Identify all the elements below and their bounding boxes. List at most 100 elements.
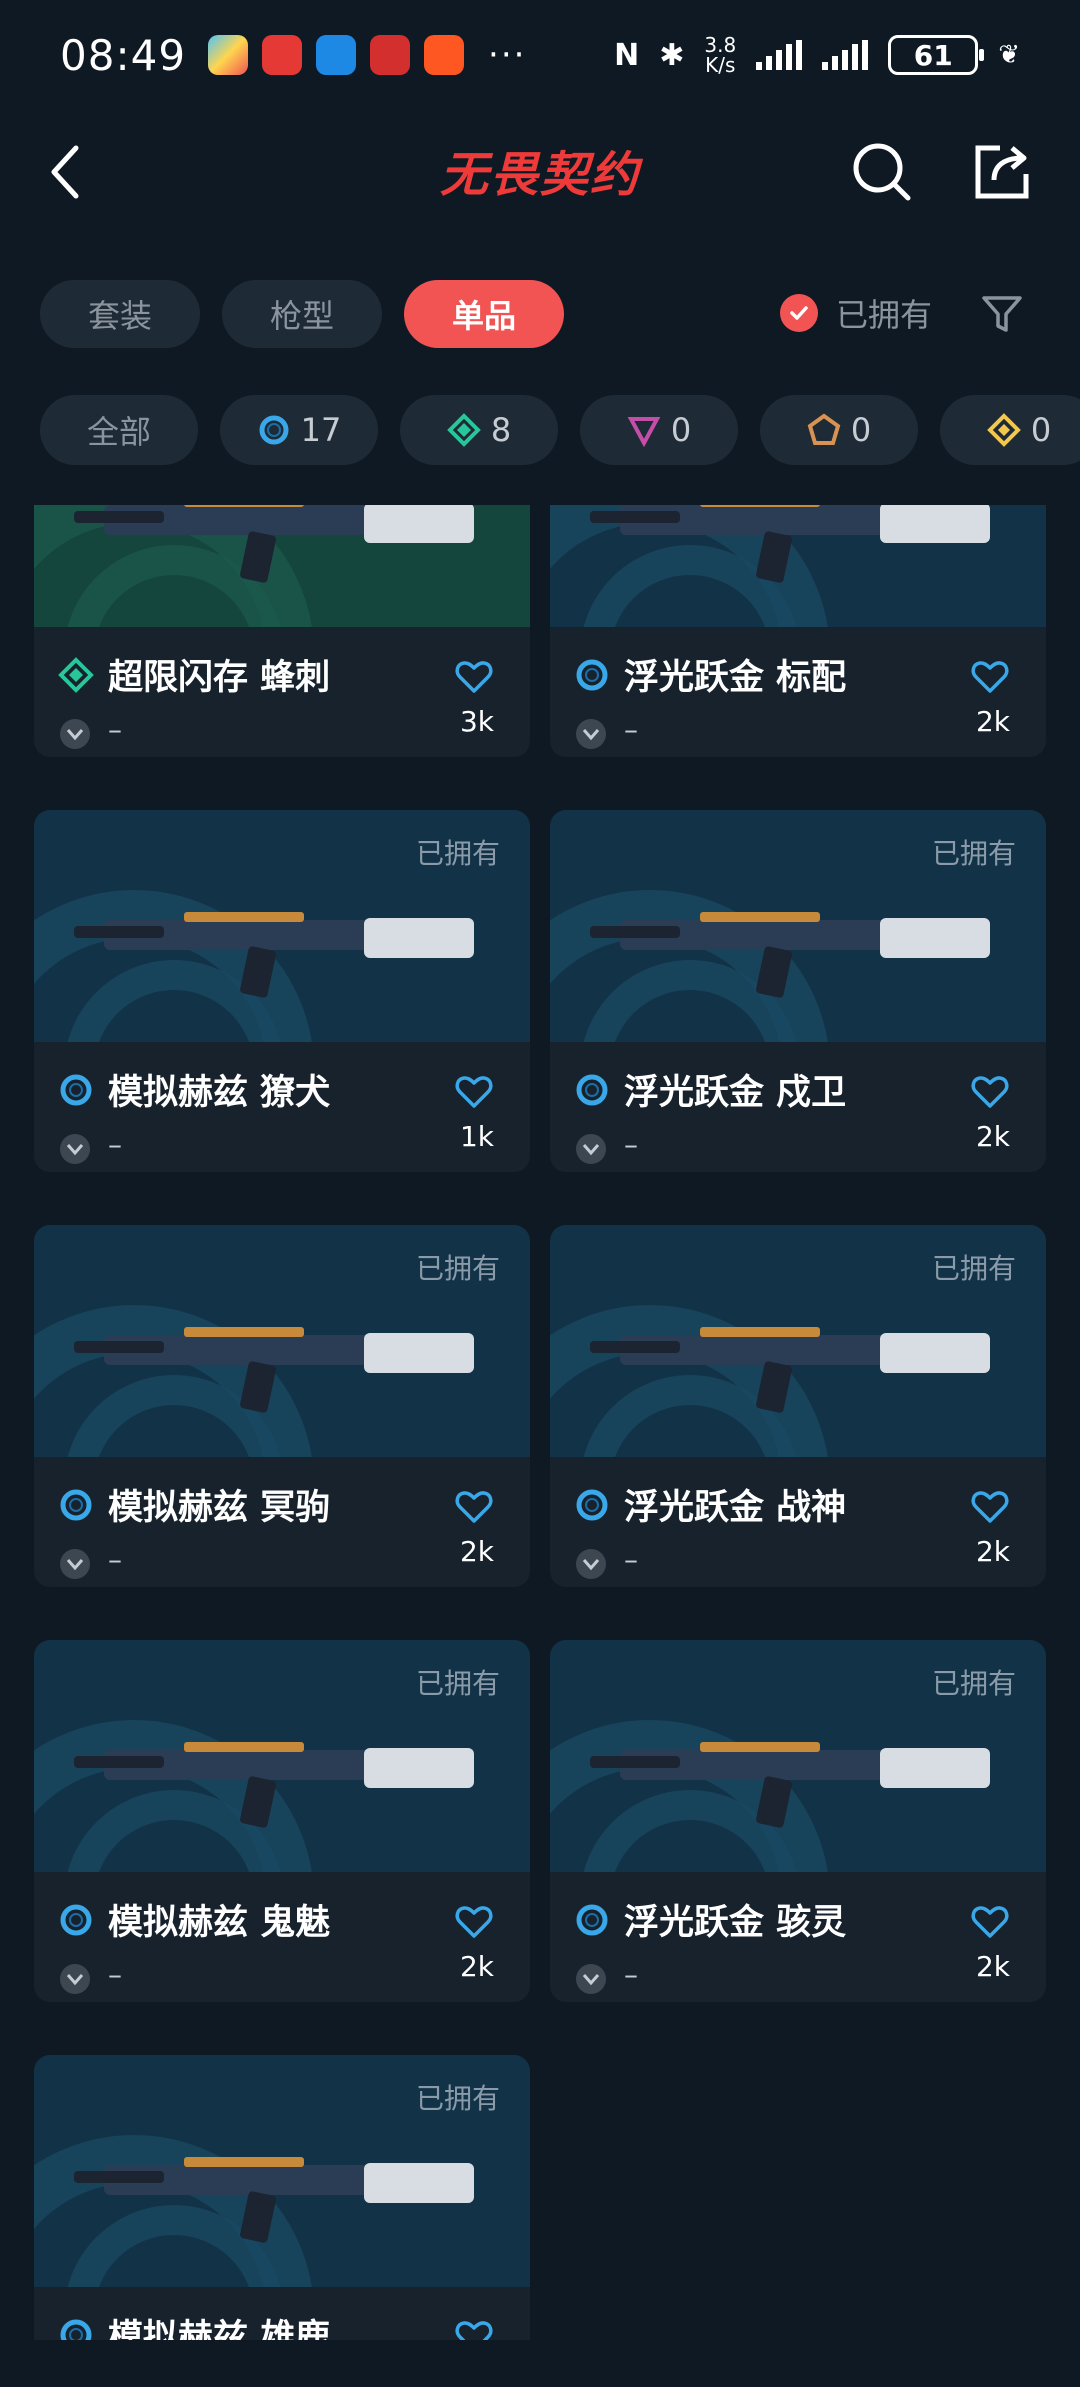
- item-card[interactable]: 浮光跃金 标配 – 2k: [550, 505, 1046, 757]
- like-count: 1k: [459, 1120, 494, 1153]
- share-icon[interactable]: [970, 140, 1034, 204]
- blue-ring-tier-icon: [259, 415, 289, 445]
- item-info: 浮光跃金 标配 – 2k: [550, 627, 1046, 757]
- item-image: 已拥有: [34, 2055, 530, 2287]
- item-info: 模拟赫兹 雄鹿: [34, 2287, 530, 2340]
- chevron-badge-icon: [60, 1134, 90, 1164]
- blue-ring-tier-icon: [576, 1489, 608, 1521]
- heart-icon[interactable]: [970, 1902, 1010, 1942]
- item-meta: –: [108, 1128, 122, 1161]
- battery-level: 61: [913, 38, 953, 72]
- like-count: 2k: [459, 1535, 494, 1568]
- chip-gold-tier[interactable]: 0: [940, 395, 1080, 465]
- heart-icon[interactable]: [970, 1072, 1010, 1112]
- app-notification-icon: [262, 35, 303, 75]
- weapon-image: [74, 1327, 474, 1413]
- nfc-icon: N: [614, 37, 640, 73]
- network-speed: 3.8 K/s: [704, 35, 736, 75]
- filter-icon[interactable]: [980, 292, 1024, 336]
- chip-count: 0: [850, 411, 872, 449]
- chip-orange-tier[interactable]: 0: [760, 395, 918, 465]
- item-card[interactable]: 已拥有 浮光跃金 骇灵 – 2k: [550, 1640, 1046, 2002]
- signal-icon: [756, 40, 803, 70]
- chip-green-tier[interactable]: 8: [400, 395, 558, 465]
- owned-tag: 已拥有: [415, 1252, 500, 1285]
- weapon-image: [590, 505, 990, 583]
- green-diamond-tier-icon: [446, 413, 481, 447]
- item-card[interactable]: 已拥有 模拟赫兹 獠犬 – 1k: [34, 810, 530, 1172]
- status-time: 08:49: [60, 30, 187, 80]
- heart-icon[interactable]: [970, 1487, 1010, 1527]
- heart-icon[interactable]: [454, 657, 494, 697]
- tab-single-items[interactable]: 单品: [404, 280, 564, 348]
- tab-bundles[interactable]: 套装: [40, 280, 200, 348]
- item-image: 已拥有: [34, 810, 530, 1042]
- owned-tag: 已拥有: [931, 1667, 1016, 1700]
- heart-icon[interactable]: [454, 1902, 494, 1942]
- item-grid: 超限闪存 蜂刺 – 3k 浮光跃金 标配 – 2k 已拥有 模拟赫兹 獠犬 – …: [34, 505, 1046, 2340]
- item-info: 模拟赫兹 冥驹 – 2k: [34, 1457, 530, 1587]
- item-meta: –: [108, 713, 122, 746]
- chevron-badge-icon: [576, 1134, 606, 1164]
- heart-icon[interactable]: [454, 1072, 494, 1112]
- item-info: 浮光跃金 戍卫 – 2k: [550, 1042, 1046, 1172]
- heart-icon[interactable]: [454, 1487, 494, 1527]
- item-card[interactable]: 已拥有 模拟赫兹 雄鹿: [34, 2055, 530, 2340]
- check-icon[interactable]: [780, 294, 818, 332]
- status-bar: 08:49 ··· N ✱ 3.8 K/s 61 ❦: [0, 0, 1080, 110]
- item-name: 模拟赫兹 冥驹: [108, 1488, 331, 1528]
- back-arrow-icon[interactable]: [40, 140, 100, 200]
- like-count: 2k: [459, 1950, 494, 1983]
- item-card[interactable]: 已拥有 模拟赫兹 鬼魅 – 2k: [34, 1640, 530, 2002]
- item-image: 已拥有: [550, 1640, 1046, 1872]
- app-header: 无畏契约: [0, 115, 1080, 225]
- chip-count: 0: [1030, 411, 1052, 449]
- item-info: 浮光跃金 战神 – 2k: [550, 1457, 1046, 1587]
- item-info: 模拟赫兹 獠犬 – 1k: [34, 1042, 530, 1172]
- item-card[interactable]: 已拥有 浮光跃金 战神 – 2k: [550, 1225, 1046, 1587]
- like-count: 2k: [975, 1120, 1010, 1153]
- like-count: 3k: [459, 705, 494, 738]
- heart-icon[interactable]: [454, 2317, 494, 2340]
- blue-ring-tier-icon: [60, 1489, 92, 1521]
- notification-icons: ···: [208, 35, 526, 75]
- item-card[interactable]: 已拥有 浮光跃金 戍卫 – 2k: [550, 810, 1046, 1172]
- orange-pentagon-tier-icon: [807, 413, 841, 445]
- weapon-image: [74, 912, 474, 998]
- signal-icon: [822, 40, 869, 70]
- weapon-image: [590, 1327, 990, 1413]
- chevron-badge-icon: [60, 719, 90, 749]
- chip-pink-tier[interactable]: 0: [580, 395, 738, 465]
- heart-icon[interactable]: [970, 657, 1010, 697]
- item-image: 已拥有: [550, 810, 1046, 1042]
- blue-ring-tier-icon: [60, 1904, 92, 1936]
- item-name: 模拟赫兹 獠犬: [108, 1073, 331, 1113]
- owned-tag: 已拥有: [415, 837, 500, 870]
- owned-tag: 已拥有: [931, 837, 1016, 870]
- item-name: 模拟赫兹 雄鹿: [108, 2318, 331, 2340]
- chevron-badge-icon: [576, 1964, 606, 1994]
- item-name: 浮光跃金 戍卫: [624, 1073, 847, 1113]
- weapon-image: [74, 505, 474, 583]
- net-speed-unit: K/s: [705, 53, 736, 77]
- owned-tag: 已拥有: [415, 1667, 500, 1700]
- tab-weapon-types[interactable]: 枪型: [222, 280, 382, 348]
- item-card[interactable]: 已拥有 模拟赫兹 冥驹 – 2k: [34, 1225, 530, 1587]
- item-name: 浮光跃金 骇灵: [624, 1903, 847, 1943]
- chevron-badge-icon: [60, 1964, 90, 1994]
- item-info: 模拟赫兹 鬼魅 – 2k: [34, 1872, 530, 2002]
- search-icon[interactable]: [850, 140, 914, 204]
- chip-count: 17: [300, 411, 342, 449]
- green-diamond-tier-icon: [58, 657, 94, 693]
- item-card[interactable]: 超限闪存 蜂刺 – 3k: [34, 505, 530, 757]
- category-tabs: 套装 枪型 单品: [40, 280, 564, 348]
- item-name: 浮光跃金 战神: [624, 1488, 847, 1528]
- item-meta: –: [624, 713, 638, 746]
- chip-blue-tier[interactable]: 17: [220, 395, 378, 465]
- app-notification-icon: [208, 35, 249, 75]
- item-image: 已拥有: [34, 1225, 530, 1457]
- chip-all[interactable]: 全部: [40, 395, 198, 465]
- item-meta: –: [624, 1543, 638, 1576]
- like-count: 2k: [975, 705, 1010, 738]
- owned-filter-toggle[interactable]: 已拥有: [780, 290, 932, 336]
